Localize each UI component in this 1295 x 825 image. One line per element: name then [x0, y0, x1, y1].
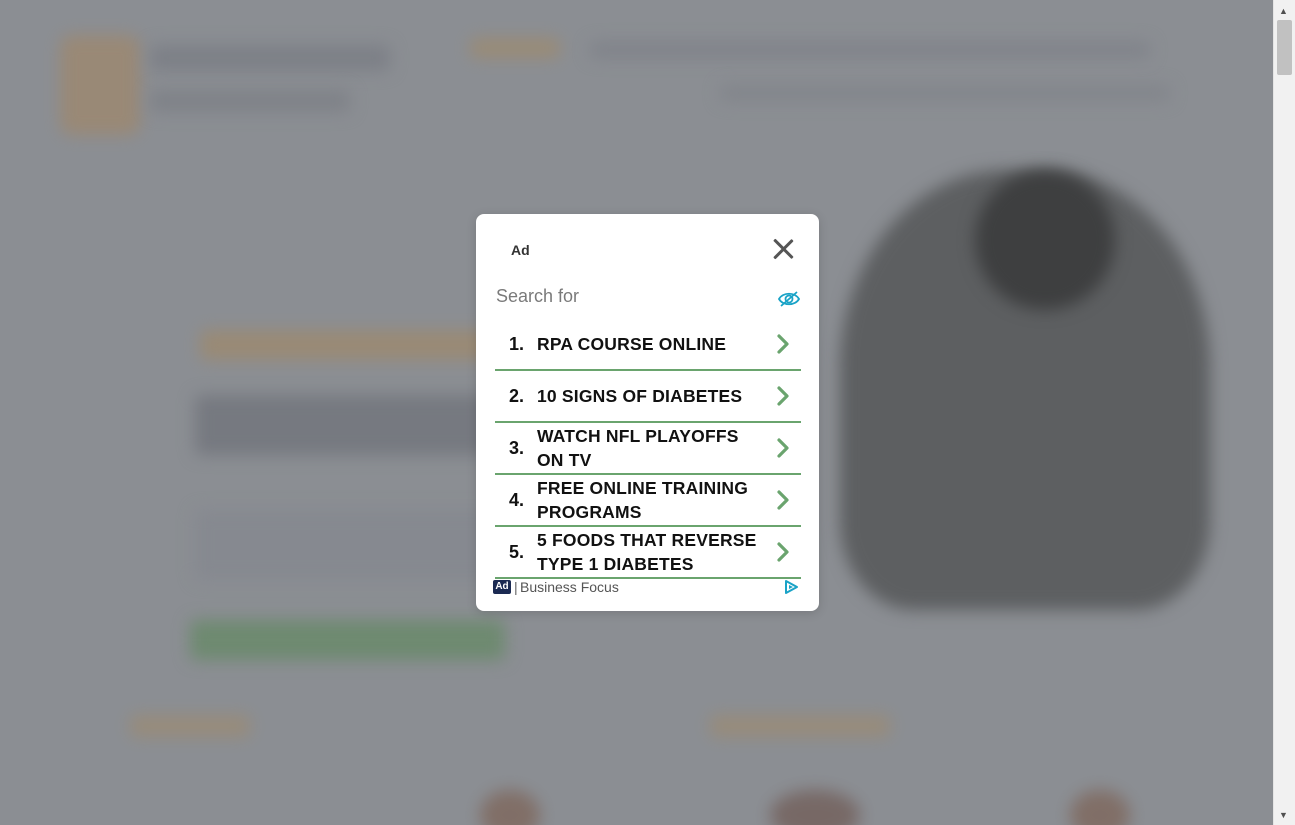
ad-label: Ad [511, 242, 530, 258]
blurred-hero-title [200, 330, 500, 360]
item-number: 4. [509, 489, 525, 510]
item-number: 1. [509, 333, 525, 354]
blurred-nav-bar [590, 42, 1150, 58]
blurred-hero-body [195, 510, 495, 580]
list-item[interactable]: 2. 10 SIGNS OF DIABETES [495, 371, 801, 423]
blurred-section-heading-2 [710, 715, 890, 737]
blurred-hero-subtitle [195, 395, 495, 455]
item-number: 2. [509, 385, 525, 406]
blurred-hero-button [190, 620, 505, 660]
advertiser-name[interactable]: Business Focus [520, 579, 619, 595]
scroll-thumb[interactable] [1277, 20, 1292, 75]
ad-footer: Ad | Business Focus [493, 579, 803, 600]
item-label: 5 FOODS THAT REVERSE TYPE 1 DIABETES [537, 530, 757, 574]
ad-modal: Ad Search for 1. RPA COURSE ONLINE 2. 10… [476, 214, 819, 611]
item-label: WATCH NFL PLAYOFFS ON TV [537, 426, 739, 470]
search-for-label: Search for [496, 286, 580, 306]
blurred-card-image-2 [770, 790, 860, 825]
item-label: 10 SIGNS OF DIABETES [537, 386, 743, 406]
item-label: FREE ONLINE TRAINING PROGRAMS [537, 478, 749, 522]
chevron-right-icon [777, 542, 789, 562]
list-item[interactable]: 5. 5 FOODS THAT REVERSE TYPE 1 DIABETES [495, 527, 801, 579]
footer-separator: | [514, 579, 518, 595]
item-label: RPA COURSE ONLINE [537, 334, 727, 354]
chevron-right-icon [777, 438, 789, 458]
ad-badge: Ad [493, 580, 511, 594]
scroll-down-arrow-icon[interactable]: ▼ [1279, 810, 1288, 820]
list-item[interactable]: 3. WATCH NFL PLAYOFFS ON TV [495, 423, 801, 475]
blurred-nav-bar-2 [720, 85, 1170, 101]
item-number: 5. [509, 541, 525, 562]
search-suggestion-list: 1. RPA COURSE ONLINE 2. 10 SIGNS OF DIAB… [495, 319, 801, 579]
list-item[interactable]: 4. FREE ONLINE TRAINING PROGRAMS [495, 475, 801, 527]
list-item[interactable]: 1. RPA COURSE ONLINE [495, 319, 801, 371]
vertical-scrollbar[interactable]: ▲ ▼ [1273, 0, 1295, 825]
blurred-tagline [150, 90, 350, 112]
blurred-card-image-3 [1070, 790, 1130, 825]
item-number: 3. [509, 437, 525, 458]
blurred-hero-image-head [975, 170, 1115, 310]
site-logo [60, 35, 140, 135]
blurred-card-image [480, 790, 540, 825]
eye-slash-icon[interactable] [778, 290, 800, 308]
blurred-section-heading [130, 715, 250, 737]
scroll-up-arrow-icon[interactable]: ▲ [1279, 6, 1288, 16]
adchoices-icon[interactable] [783, 579, 799, 595]
close-icon[interactable] [772, 238, 794, 260]
blurred-nav-item [470, 38, 560, 58]
blurred-site-name [150, 45, 390, 71]
chevron-right-icon [777, 334, 789, 354]
chevron-right-icon [777, 490, 789, 510]
chevron-right-icon [777, 386, 789, 406]
